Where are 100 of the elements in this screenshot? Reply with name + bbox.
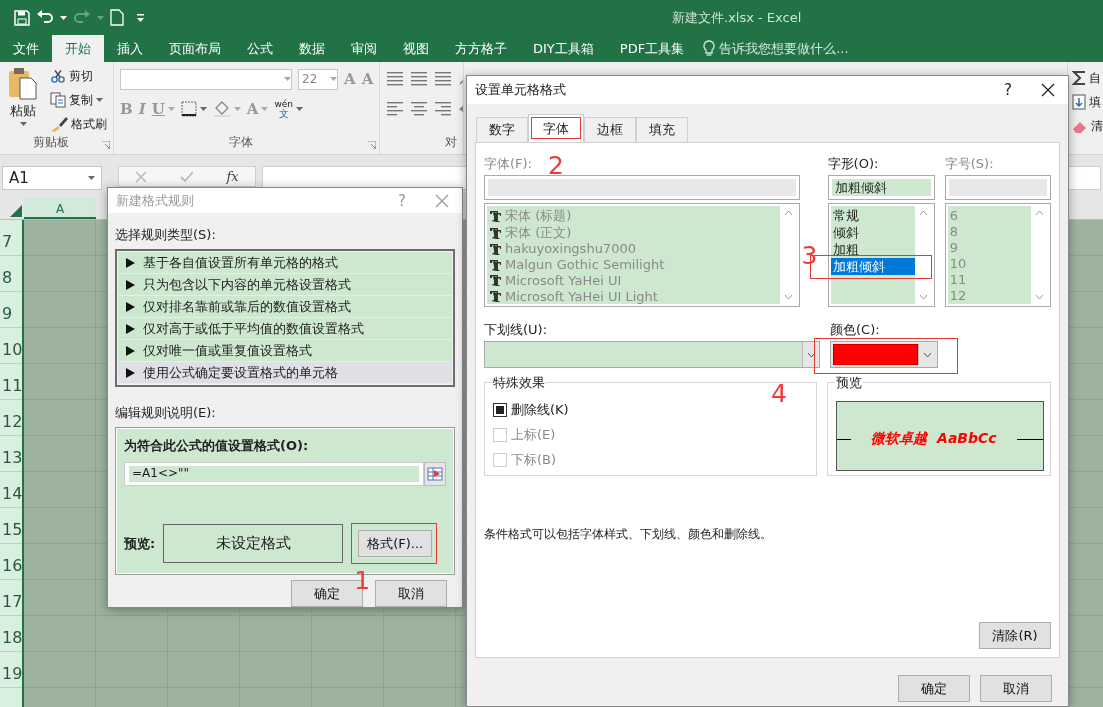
format-button[interactable]: 格式(F)... <box>358 530 433 557</box>
dialog-button[interactable]: 取消 <box>375 580 447 607</box>
row-header[interactable]: 8 <box>0 256 22 292</box>
caret-icon[interactable] <box>96 98 103 102</box>
text-field[interactable] <box>484 175 800 200</box>
ribbon-tab[interactable]: 公式 <box>234 35 286 62</box>
row-header[interactable]: 14 <box>0 472 22 508</box>
dialog-button[interactable]: 取消 <box>980 675 1052 702</box>
scroll-up-icon[interactable] <box>918 210 928 216</box>
list-box[interactable]: 常规 倾斜 加粗 加粗倾斜 <box>827 203 935 307</box>
editing-button[interactable]: 自 <box>1072 68 1103 88</box>
clear-button[interactable]: 清除(R) <box>979 622 1051 649</box>
ribbon-tab[interactable]: 数据 <box>286 35 338 62</box>
row-header[interactable]: 10 <box>0 328 22 364</box>
name-box[interactable]: A1 <box>2 166 102 190</box>
copy-button[interactable]: 复制 <box>50 90 107 110</box>
new-document-icon[interactable] <box>110 9 124 26</box>
editing-button[interactable]: 清 <box>1072 116 1103 136</box>
enter-icon[interactable] <box>179 170 194 183</box>
cut-button[interactable]: 剪切 <box>50 66 107 86</box>
phonetic-button[interactable]: wén 文 <box>274 99 304 119</box>
align-top-icon[interactable] <box>386 70 405 88</box>
borders-button[interactable] <box>180 99 207 119</box>
caret-icon[interactable] <box>19 122 27 126</box>
align-left-icon[interactable] <box>386 100 405 118</box>
scroll-down-icon[interactable] <box>918 294 928 300</box>
caret-icon[interactable] <box>88 176 95 180</box>
ribbon-tab[interactable]: 文件 <box>0 35 52 62</box>
borders-icon <box>180 101 197 117</box>
dialog-tab[interactable]: 数字 <box>476 117 528 142</box>
ribbon-tab[interactable]: 方方格子 <box>442 35 520 62</box>
editing-button[interactable]: 填 <box>1072 92 1103 112</box>
ribbon-tab[interactable]: DIY工具箱 <box>520 35 607 62</box>
column-header[interactable]: A <box>24 198 96 219</box>
dialog-tab[interactable]: 填充 <box>636 117 688 142</box>
checkbox-label[interactable]: 删除线(K) <box>511 400 569 419</box>
underline-dropdown[interactable] <box>484 341 820 368</box>
sum-icon <box>1072 70 1086 86</box>
lightbulb-icon[interactable] <box>703 40 716 57</box>
row-header[interactable]: 17 <box>0 580 22 616</box>
select-all-icon[interactable] <box>10 205 22 217</box>
row-header[interactable]: 16 <box>0 544 22 580</box>
checkbox[interactable] <box>493 402 507 417</box>
undo-icon[interactable] <box>36 9 54 26</box>
font-size-field[interactable]: 22 <box>298 68 338 90</box>
rule-type-item[interactable]: 使用公式确定要设置格式的单元格 <box>118 362 452 384</box>
align-center-icon[interactable] <box>410 100 429 118</box>
dialog-launcher-icon[interactable] <box>368 141 377 149</box>
ribbon-tab[interactable]: 视图 <box>390 35 442 62</box>
ribbon-tab[interactable]: 插入 <box>104 35 156 62</box>
paste-button[interactable]: 粘贴 <box>6 66 40 134</box>
row-header[interactable]: 9 <box>0 292 22 328</box>
font-name-field[interactable] <box>120 68 292 90</box>
range-select-button[interactable] <box>424 462 446 486</box>
row-header[interactable]: 12 <box>0 400 22 436</box>
rule-type-item[interactable]: 仅对排名靠前或靠后的数值设置格式 <box>118 296 452 318</box>
help-button[interactable]: ? <box>988 81 1028 99</box>
format-painter-button[interactable]: 格式刷 <box>50 114 107 134</box>
align-middle-icon[interactable] <box>410 70 429 88</box>
list-item[interactable]: 加粗 <box>830 241 915 258</box>
scroll-up-icon[interactable] <box>783 210 793 216</box>
ribbon-tab[interactable]: PDF工具集 <box>606 35 698 62</box>
rule-type-item[interactable]: 基于各自值设置所有单元格的格式 <box>118 252 452 274</box>
fill-color-button[interactable] <box>212 99 241 119</box>
row-header[interactable]: 11 <box>0 364 22 400</box>
align-right-icon[interactable] <box>434 100 453 118</box>
text-field[interactable] <box>944 175 1051 200</box>
list-item[interactable]: 常规 <box>830 207 915 224</box>
cancel-icon[interactable] <box>135 170 148 183</box>
ribbon-tab[interactable]: 审阅 <box>338 35 390 62</box>
ribbon-tab[interactable]: 开始 <box>52 35 104 62</box>
list-item[interactable]: 加粗倾斜 <box>830 258 915 275</box>
ribbon-tab[interactable]: 页面布局 <box>156 35 234 62</box>
save-icon[interactable] <box>14 9 30 26</box>
rule-type-item[interactable]: 仅对唯一值或重复值设置格式 <box>118 340 452 362</box>
rule-type-item[interactable]: 仅对高于或低于平均值的数值设置格式 <box>118 318 452 340</box>
formula-input[interactable]: =A1<>"" <box>124 462 424 486</box>
scroll-up-icon[interactable] <box>1035 210 1044 216</box>
dialog-tab[interactable]: 边框 <box>584 117 636 142</box>
row-header[interactable]: 15 <box>0 508 22 544</box>
row-header[interactable]: 7 <box>0 220 22 256</box>
align-bottom-icon[interactable] <box>434 70 453 88</box>
color-dropdown[interactable] <box>830 341 938 368</box>
tell-me-field[interactable]: 告诉我您想要做什么... <box>719 39 849 58</box>
list-item[interactable]: 倾斜 <box>830 224 915 241</box>
close-icon[interactable] <box>1041 83 1055 97</box>
row-header[interactable]: 18 <box>0 616 22 652</box>
caret-icon[interactable] <box>60 15 67 20</box>
scroll-down-icon[interactable] <box>783 294 793 300</box>
caret-icon[interactable] <box>199 107 207 111</box>
rule-type-item[interactable]: 只为包含以下内容的单元格设置格式 <box>118 274 452 296</box>
dialog-launcher-icon[interactable] <box>102 141 110 149</box>
insert-function-button[interactable]: fx <box>226 169 239 184</box>
dialog-button[interactable]: 确定 <box>898 675 970 702</box>
scroll-down-icon[interactable] <box>1035 294 1044 300</box>
row-header[interactable]: 19 <box>0 652 22 688</box>
text-field[interactable]: 加粗倾斜 <box>827 175 935 200</box>
dialog-tab[interactable]: 字体 <box>528 114 584 142</box>
row-header[interactable]: 13 <box>0 436 22 472</box>
caret-icon[interactable] <box>296 107 304 111</box>
